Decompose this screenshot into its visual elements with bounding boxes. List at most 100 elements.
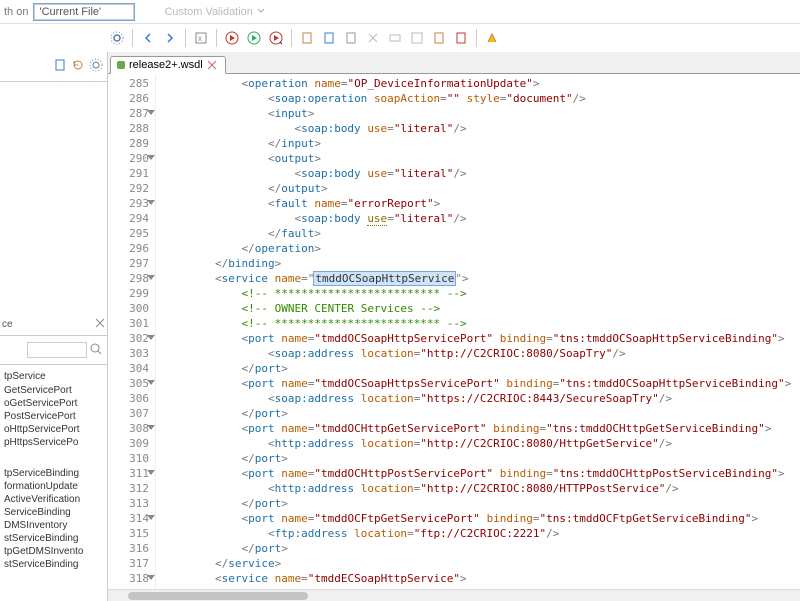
run-with-icon[interactable] xyxy=(267,29,285,47)
line-number[interactable]: 305 xyxy=(108,376,149,391)
code-editor[interactable]: 2852862872882892902912922932942952962972… xyxy=(108,74,800,589)
code-line[interactable]: </port> xyxy=(162,451,800,466)
outline-item[interactable]: tpGetDMSInvento xyxy=(0,545,107,558)
code-line[interactable]: <fault name="errorReport"> xyxy=(162,196,800,211)
code-line[interactable]: <port name="tmddOCHttpGetServicePort" bi… xyxy=(162,421,800,436)
outline-panel[interactable]: tpService GetServicePortoGetServicePortP… xyxy=(0,365,107,601)
line-number[interactable]: 285 xyxy=(108,76,149,91)
code-line[interactable]: </input> xyxy=(162,136,800,151)
line-number[interactable]: 310 xyxy=(108,451,149,466)
tool5-icon[interactable] xyxy=(386,29,404,47)
outline-item[interactable]: stServiceBinding xyxy=(0,558,107,571)
code-line[interactable]: <soap:address location="http://C2CRIOC:8… xyxy=(162,346,800,361)
line-number[interactable]: 287 xyxy=(108,106,149,121)
tool8-icon[interactable] xyxy=(452,29,470,47)
line-number[interactable]: 309 xyxy=(108,436,149,451)
line-number[interactable]: 303 xyxy=(108,346,149,361)
code-line[interactable]: <input> xyxy=(162,106,800,121)
outline-item[interactable]: ServiceBinding xyxy=(0,506,107,519)
line-number[interactable]: 313 xyxy=(108,496,149,511)
outline-item[interactable]: ActiveVerification xyxy=(0,493,107,506)
outline-header[interactable]: tpService xyxy=(0,369,107,384)
nav-forward-icon[interactable] xyxy=(161,29,179,47)
line-number[interactable]: 314 xyxy=(108,511,149,526)
outline-item[interactable]: PostServicePort xyxy=(0,410,107,423)
code-line[interactable]: <!-- ************************* --> xyxy=(162,286,800,301)
line-number[interactable]: 304 xyxy=(108,361,149,376)
code-line[interactable]: </operation> xyxy=(162,241,800,256)
code-line[interactable]: <soap:body use="literal"/> xyxy=(162,166,800,181)
gear-icon[interactable] xyxy=(108,29,126,47)
run-icon[interactable] xyxy=(223,29,241,47)
code-line[interactable]: <!-- ************************* --> xyxy=(162,316,800,331)
line-number[interactable]: 286 xyxy=(108,91,149,106)
code-line[interactable]: </service> xyxy=(162,556,800,571)
tool6-icon[interactable] xyxy=(408,29,426,47)
file-tab[interactable]: release2+.wsdl xyxy=(110,56,226,74)
highlight-icon[interactable] xyxy=(483,29,501,47)
line-number[interactable]: 311 xyxy=(108,466,149,481)
line-number[interactable]: 301 xyxy=(108,316,149,331)
line-number[interactable]: 299 xyxy=(108,286,149,301)
outline-item[interactable]: tpServiceBinding xyxy=(0,467,107,480)
line-number[interactable]: 312 xyxy=(108,481,149,496)
line-number[interactable]: 317 xyxy=(108,556,149,571)
horizontal-scrollbar[interactable] xyxy=(108,589,800,601)
chevron-down-icon[interactable] xyxy=(257,6,265,18)
outline-item[interactable]: DMSInventory xyxy=(0,519,107,532)
doc2-icon[interactable] xyxy=(320,29,338,47)
line-number[interactable]: 289 xyxy=(108,136,149,151)
xpath-icon[interactable]: x xyxy=(192,29,210,47)
doc3-icon[interactable] xyxy=(342,29,360,47)
doc1-icon[interactable] xyxy=(298,29,316,47)
code-line[interactable]: <port name="tmddOCFtpGetServicePort" bin… xyxy=(162,511,800,526)
line-number[interactable]: 293 xyxy=(108,196,149,211)
code-line[interactable]: <http:address location="http://C2CRIOC:8… xyxy=(162,481,800,496)
outline-item[interactable]: GetServicePort xyxy=(0,384,107,397)
code-line[interactable]: <soap:body use="literal"/> xyxy=(162,121,800,136)
line-number[interactable]: 296 xyxy=(108,241,149,256)
code-line[interactable]: <soap:body use="literal"/> xyxy=(162,211,800,226)
line-number[interactable]: 315 xyxy=(108,526,149,541)
code-line[interactable]: </fault> xyxy=(162,226,800,241)
tool4-icon[interactable] xyxy=(364,29,382,47)
code-line[interactable]: <soap:operation soapAction="" style="doc… xyxy=(162,91,800,106)
code-line[interactable]: <port name="tmddOCHttpPostServicePort" b… xyxy=(162,466,800,481)
line-number[interactable]: 307 xyxy=(108,406,149,421)
tab-close-icon[interactable] xyxy=(207,60,217,70)
tool7-icon[interactable] xyxy=(430,29,448,47)
outline-item[interactable]: oHttpServicePort xyxy=(0,423,107,436)
line-number[interactable]: 291 xyxy=(108,166,149,181)
code-line[interactable]: <!-- ************************* --> xyxy=(162,586,800,589)
code-line[interactable]: </port> xyxy=(162,541,800,556)
line-number[interactable]: 316 xyxy=(108,541,149,556)
line-number[interactable]: 290 xyxy=(108,151,149,166)
line-number[interactable]: 318 xyxy=(108,571,149,586)
code-line[interactable]: <port name="tmddOCSoapHttpsServicePort" … xyxy=(162,376,800,391)
line-number[interactable]: 308 xyxy=(108,421,149,436)
line-number[interactable]: 288 xyxy=(108,121,149,136)
code-line[interactable]: </port> xyxy=(162,496,800,511)
code-line[interactable]: <http:address location="http://C2CRIOC:8… xyxy=(162,436,800,451)
code-line[interactable]: <operation name="OP_DeviceInformationUpd… xyxy=(162,76,800,91)
code-line[interactable]: <ftp:address location="ftp://C2CRIOC:222… xyxy=(162,526,800,541)
debug-icon[interactable] xyxy=(245,29,263,47)
line-number[interactable]: 294 xyxy=(108,211,149,226)
scrollbar-thumb[interactable] xyxy=(128,592,308,600)
code-line[interactable]: <service name="tmddECSoapHttpService"> xyxy=(162,571,800,586)
code-line[interactable]: </port> xyxy=(162,406,800,421)
outline-item[interactable]: oGetServicePort xyxy=(0,397,107,410)
code-line[interactable]: <soap:address location="https://C2CRIOC:… xyxy=(162,391,800,406)
line-number[interactable]: 298 xyxy=(108,271,149,286)
line-number[interactable]: 300 xyxy=(108,301,149,316)
code-line[interactable]: </port> xyxy=(162,361,800,376)
panel-doc-icon[interactable] xyxy=(53,58,67,75)
panel-gear-icon[interactable] xyxy=(89,58,103,75)
outline-item[interactable]: formationUpdate xyxy=(0,480,107,493)
panel-close-icon[interactable] xyxy=(95,318,105,331)
line-number[interactable]: 297 xyxy=(108,256,149,271)
outline-search-input[interactable] xyxy=(27,342,87,358)
outline-item[interactable]: stServiceBinding xyxy=(0,532,107,545)
outline-item[interactable]: pHttpsServicePo xyxy=(0,436,107,449)
line-number[interactable]: 292 xyxy=(108,181,149,196)
